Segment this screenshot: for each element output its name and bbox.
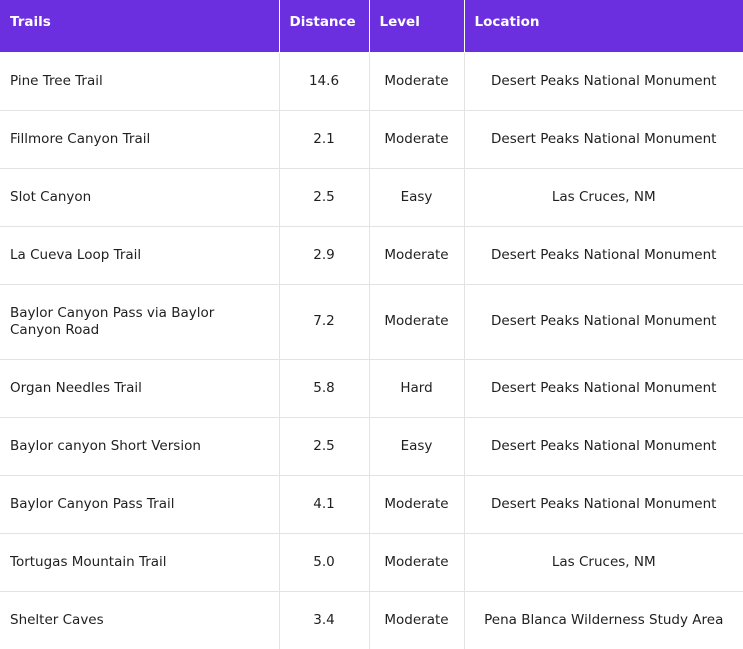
distance-cell: 5.8 (279, 359, 370, 418)
trail-name-cell: La Cueva Loop Trail (0, 226, 280, 285)
header-row: Trails Distance Level Location (0, 0, 743, 53)
location-cell: Las Cruces, NM (464, 533, 743, 592)
table-row: Fillmore Canyon Trail 2.1 Moderate Deser… (0, 110, 743, 169)
trail-name-cell: Slot Canyon (0, 168, 280, 227)
trails-table: Trails Distance Level Location Pine Tree… (0, 0, 743, 649)
table-row: Pine Tree Trail 14.6 Moderate Desert Pea… (0, 52, 743, 111)
table-row: Baylor Canyon Pass Trail 4.1 Moderate De… (0, 475, 743, 534)
level-cell: Moderate (369, 475, 465, 534)
table-row: Baylor canyon Short Version 2.5 Easy Des… (0, 417, 743, 476)
location-cell: Desert Peaks National Monument (464, 226, 743, 285)
column-header-distance: Distance (279, 0, 370, 53)
distance-cell: 14.6 (279, 52, 370, 111)
distance-cell: 3.4 (279, 591, 370, 649)
location-cell: Desert Peaks National Monument (464, 475, 743, 534)
table-row: Tortugas Mountain Trail 5.0 Moderate Las… (0, 533, 743, 592)
trail-name-cell: Fillmore Canyon Trail (0, 110, 280, 169)
trail-name-cell: Tortugas Mountain Trail (0, 533, 280, 592)
distance-cell: 4.1 (279, 475, 370, 534)
level-cell: Hard (369, 359, 465, 418)
column-header-location: Location (464, 0, 743, 53)
level-cell: Moderate (369, 226, 465, 285)
column-header-level: Level (369, 0, 465, 53)
level-cell: Easy (369, 417, 465, 476)
table-row: La Cueva Loop Trail 2.9 Moderate Desert … (0, 226, 743, 285)
location-cell: Las Cruces, NM (464, 168, 743, 227)
distance-cell: 5.0 (279, 533, 370, 592)
location-cell: Desert Peaks National Monument (464, 359, 743, 418)
level-cell: Moderate (369, 591, 465, 649)
table-row: Organ Needles Trail 5.8 Hard Desert Peak… (0, 359, 743, 418)
trail-name-cell: Baylor Canyon Pass Trail (0, 475, 280, 534)
location-cell: Desert Peaks National Monument (464, 110, 743, 169)
table-header: Trails Distance Level Location (0, 0, 743, 53)
level-cell: Moderate (369, 110, 465, 169)
distance-cell: 2.5 (279, 168, 370, 227)
distance-cell: 2.9 (279, 226, 370, 285)
table-row: Shelter Caves 3.4 Moderate Pena Blanca W… (0, 591, 743, 649)
table-body: Pine Tree Trail 14.6 Moderate Desert Pea… (0, 52, 743, 649)
location-cell: Pena Blanca Wilderness Study Area (484, 611, 724, 628)
level-cell: Moderate (369, 52, 465, 111)
table-row: Baylor Canyon Pass via Baylor Canyon Roa… (0, 284, 743, 360)
trail-name-cell: Shelter Caves (0, 591, 280, 649)
location-cell: Desert Peaks National Monument (464, 284, 743, 360)
trail-name-cell: Baylor Canyon Pass via Baylor Canyon Roa… (0, 284, 280, 360)
location-cell: Desert Peaks National Monument (464, 52, 743, 111)
column-header-trails: Trails (0, 0, 280, 53)
level-cell: Easy (369, 168, 465, 227)
distance-cell: 7.2 (279, 284, 370, 360)
location-cell: Desert Peaks National Monument (464, 417, 743, 476)
table-row: Slot Canyon 2.5 Easy Las Cruces, NM (0, 168, 743, 227)
distance-cell: 2.5 (279, 417, 370, 476)
level-cell: Moderate (369, 284, 465, 360)
trail-name-cell: Baylor canyon Short Version (0, 417, 280, 476)
trail-name-cell: Pine Tree Trail (0, 52, 280, 111)
level-cell: Moderate (369, 533, 465, 592)
trail-name-cell: Organ Needles Trail (0, 359, 280, 418)
distance-cell: 2.1 (279, 110, 370, 169)
